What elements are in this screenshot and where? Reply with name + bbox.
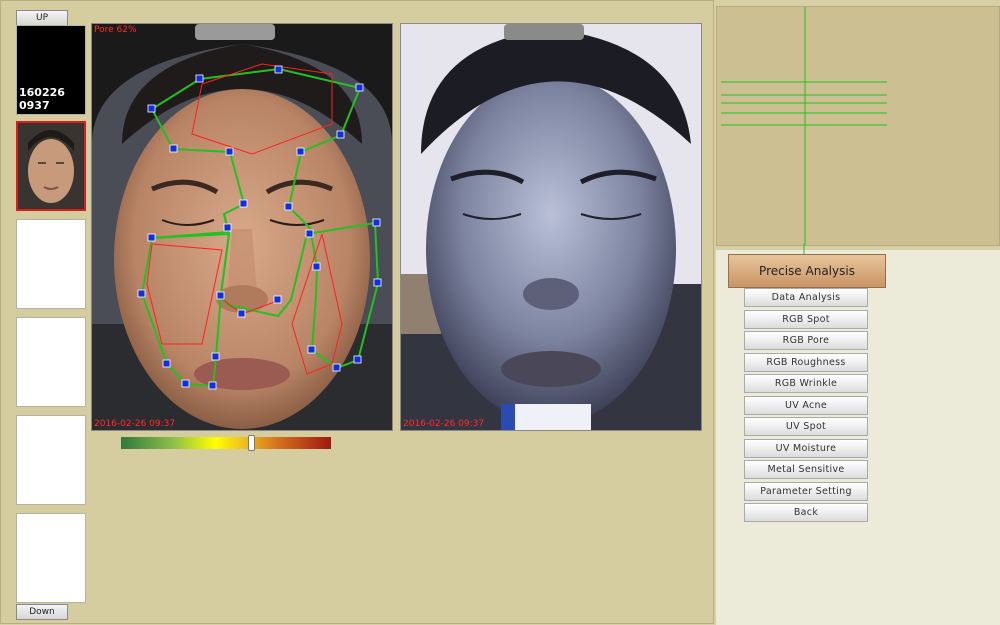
back-button[interactable]: Back	[744, 503, 868, 522]
analysis-menu: Data Analysis RGB Spot RGB Pore RGB Roug…	[744, 288, 868, 525]
uv-acne-button[interactable]: UV Acne	[744, 395, 868, 415]
precise-analysis-button[interactable]: Precise Analysis	[728, 254, 886, 288]
thumbnail-empty-2[interactable]	[16, 317, 86, 407]
thumbnail-empty-1[interactable]	[16, 219, 86, 309]
parameter-setting-button[interactable]: Parameter Setting	[744, 481, 868, 501]
thumbnail-id: 160226 0937	[19, 86, 65, 112]
left-photo-timestamp: 2016-02-26 09:37	[94, 419, 176, 429]
rgb-pore-button[interactable]: RGB Pore	[744, 331, 868, 350]
uv-moisture-button[interactable]: UV Moisture	[744, 438, 868, 458]
thumbnail-empty-3[interactable]	[16, 415, 86, 505]
face-thumbnail-image	[18, 123, 84, 209]
pore-level-scale	[121, 435, 331, 451]
crosshair-graph	[721, 7, 887, 259]
right-photo-timestamp: 2016-02-26 09:37	[403, 419, 485, 429]
uv-spot-button[interactable]: UV Spot	[744, 417, 868, 436]
pore-percentage-label: Pore 62%	[94, 25, 137, 35]
analysis-menu-panel: Precise Analysis Data Analysis RGB Spot …	[716, 244, 1000, 625]
rgb-pore-photo[interactable]: Pore 62% 2016-02-26 09:37	[91, 23, 393, 431]
crosshair-preview	[716, 6, 1000, 259]
thumbnail-empty-4[interactable]	[16, 513, 86, 603]
thumbnail-id-line2: 0937	[19, 99, 50, 112]
rgb-spot-button[interactable]: RGB Spot	[744, 309, 868, 329]
thumbnail-id-line1: 160226	[19, 86, 65, 99]
up-button[interactable]: UP	[16, 10, 68, 26]
rgb-roughness-button[interactable]: RGB Roughness	[744, 352, 868, 372]
face-photo-uv	[401, 24, 701, 430]
face-photo-analyzed	[92, 24, 392, 430]
data-analysis-button[interactable]: Data Analysis	[744, 288, 868, 307]
metal-sensitive-button[interactable]: Metal Sensitive	[744, 460, 868, 479]
uv-photo[interactable]: 2016-02-26 09:37	[400, 23, 702, 431]
analysis-panel: UP 160226 0937 Down Pore 62% 2016-02-26 …	[0, 0, 714, 624]
rgb-wrinkle-button[interactable]: RGB Wrinkle	[744, 374, 868, 393]
pore-level-marker	[248, 435, 256, 451]
down-button[interactable]: Down	[16, 604, 68, 620]
thumbnail-record[interactable]: 160226 0937	[16, 25, 86, 115]
thumbnail-selected-face[interactable]	[16, 121, 86, 211]
